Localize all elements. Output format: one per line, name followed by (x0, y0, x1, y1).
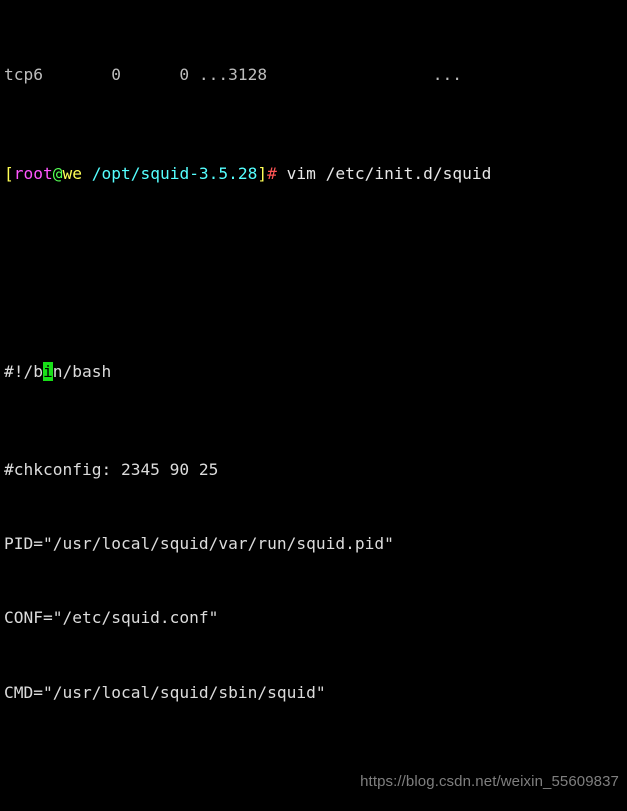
prompt-host: we (62, 163, 82, 183)
prompt-command-text: vim /etc/init.d/squid (276, 163, 492, 183)
editor-line-5[interactable]: CMD="/usr/local/squid/sbin/squid" (4, 681, 627, 706)
shell-prompt-line: [root@we /opt/squid-3.5.28]# vim /etc/in… (4, 162, 627, 187)
prompt-close-bracket: ] (257, 163, 268, 183)
prompt-root-sigil: # (267, 163, 277, 183)
csdn-watermark: https://blog.csdn.net/weixin_55609837 (360, 773, 619, 791)
prompt-path: /opt/squid-3.5.28 (91, 163, 258, 183)
terminal-window[interactable]: tcp6 0 0 ...3128 ... [root@we /opt/squid… (0, 0, 627, 811)
editor-line-3[interactable]: PID="/usr/local/squid/var/run/squid.pid" (4, 532, 627, 557)
editor-line-1-pre: #!/b (4, 361, 43, 381)
prompt-user: root (13, 163, 53, 183)
prompt-open-bracket: [ (4, 163, 14, 183)
editor-line-4[interactable]: CONF="/etc/squid.conf" (4, 606, 627, 631)
terminal-screen[interactable]: tcp6 0 0 ...3128 ... [root@we /opt/squid… (4, 0, 627, 811)
editor-line-2[interactable]: #chkconfig: 2345 90 25 (4, 458, 627, 483)
scrollback-partial-line: tcp6 0 0 ...3128 ... (4, 65, 463, 85)
vim-cursor-block: i (42, 361, 53, 381)
editor-line-1[interactable]: #!/bin/bash (4, 360, 627, 385)
editor-line-1-post: n/bash (52, 361, 112, 381)
